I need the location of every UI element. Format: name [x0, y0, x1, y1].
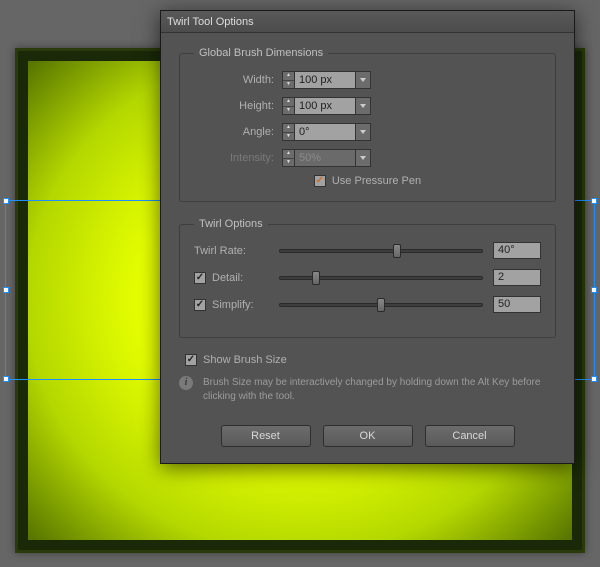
resize-handle[interactable]: [3, 376, 9, 382]
spinner-up-down-icon[interactable]: ▲▼: [282, 123, 294, 141]
twirl-options-legend: Twirl Options: [194, 218, 268, 230]
width-field[interactable]: ▲▼ 100 px: [282, 71, 371, 89]
ok-button[interactable]: OK: [323, 425, 413, 447]
simplify-checkbox[interactable]: [194, 299, 206, 311]
twirl-rate-value[interactable]: 40°: [493, 242, 541, 259]
show-brush-size-checkbox[interactable]: [185, 354, 197, 366]
angle-dropdown[interactable]: [356, 123, 371, 141]
twirl-options-dialog: Twirl Tool Options Global Brush Dimensio…: [160, 10, 575, 464]
width-label: Width:: [194, 74, 282, 86]
spinner-up-down-icon: ▲▼: [282, 149, 294, 167]
detail-label: Detail:: [212, 272, 243, 284]
angle-field[interactable]: ▲▼ 0°: [282, 123, 371, 141]
detail-slider[interactable]: [279, 270, 483, 286]
width-input[interactable]: 100 px: [294, 71, 356, 89]
resize-handle[interactable]: [591, 376, 597, 382]
pressure-pen-label: Use Pressure Pen: [332, 175, 421, 187]
reset-button[interactable]: Reset: [221, 425, 311, 447]
slider-thumb[interactable]: [377, 298, 385, 312]
resize-handle[interactable]: [591, 287, 597, 293]
height-dropdown[interactable]: [356, 97, 371, 115]
intensity-field: ▲▼ 50%: [282, 149, 371, 167]
twirl-options-fieldset: Twirl Options Twirl Rate: 40° Detail:: [179, 218, 556, 338]
slider-thumb[interactable]: [393, 244, 401, 258]
detail-checkbox[interactable]: [194, 272, 206, 284]
resize-handle[interactable]: [3, 198, 9, 204]
simplify-slider[interactable]: [279, 297, 483, 313]
twirl-rate-slider[interactable]: [279, 243, 483, 259]
info-text: Brush Size may be interactively changed …: [203, 376, 556, 403]
cancel-button[interactable]: Cancel: [425, 425, 515, 447]
show-brush-size-label: Show Brush Size: [203, 354, 287, 366]
dialog-body: Global Brush Dimensions Width: ▲▼ 100 px…: [161, 33, 574, 463]
resize-handle[interactable]: [591, 198, 597, 204]
simplify-label: Simplify:: [212, 299, 254, 311]
global-brush-legend: Global Brush Dimensions: [194, 47, 328, 59]
resize-handle[interactable]: [3, 287, 9, 293]
dialog-titlebar[interactable]: Twirl Tool Options: [161, 11, 574, 33]
spinner-up-down-icon[interactable]: ▲▼: [282, 97, 294, 115]
intensity-dropdown: [356, 149, 371, 167]
height-input[interactable]: 100 px: [294, 97, 356, 115]
twirl-rate-label: Twirl Rate:: [194, 245, 246, 257]
height-label: Height:: [194, 100, 282, 112]
detail-value[interactable]: 2: [493, 269, 541, 286]
angle-input[interactable]: 0°: [294, 123, 356, 141]
simplify-value[interactable]: 50: [493, 296, 541, 313]
intensity-label: Intensity:: [194, 152, 282, 164]
intensity-input: 50%: [294, 149, 356, 167]
angle-label: Angle:: [194, 126, 282, 138]
pressure-pen-checkbox[interactable]: [314, 175, 326, 187]
dialog-title: Twirl Tool Options: [167, 16, 254, 28]
height-field[interactable]: ▲▼ 100 px: [282, 97, 371, 115]
info-icon: i: [179, 376, 193, 390]
spinner-up-down-icon[interactable]: ▲▼: [282, 71, 294, 89]
width-dropdown[interactable]: [356, 71, 371, 89]
slider-thumb[interactable]: [312, 271, 320, 285]
global-brush-fieldset: Global Brush Dimensions Width: ▲▼ 100 px…: [179, 47, 556, 202]
